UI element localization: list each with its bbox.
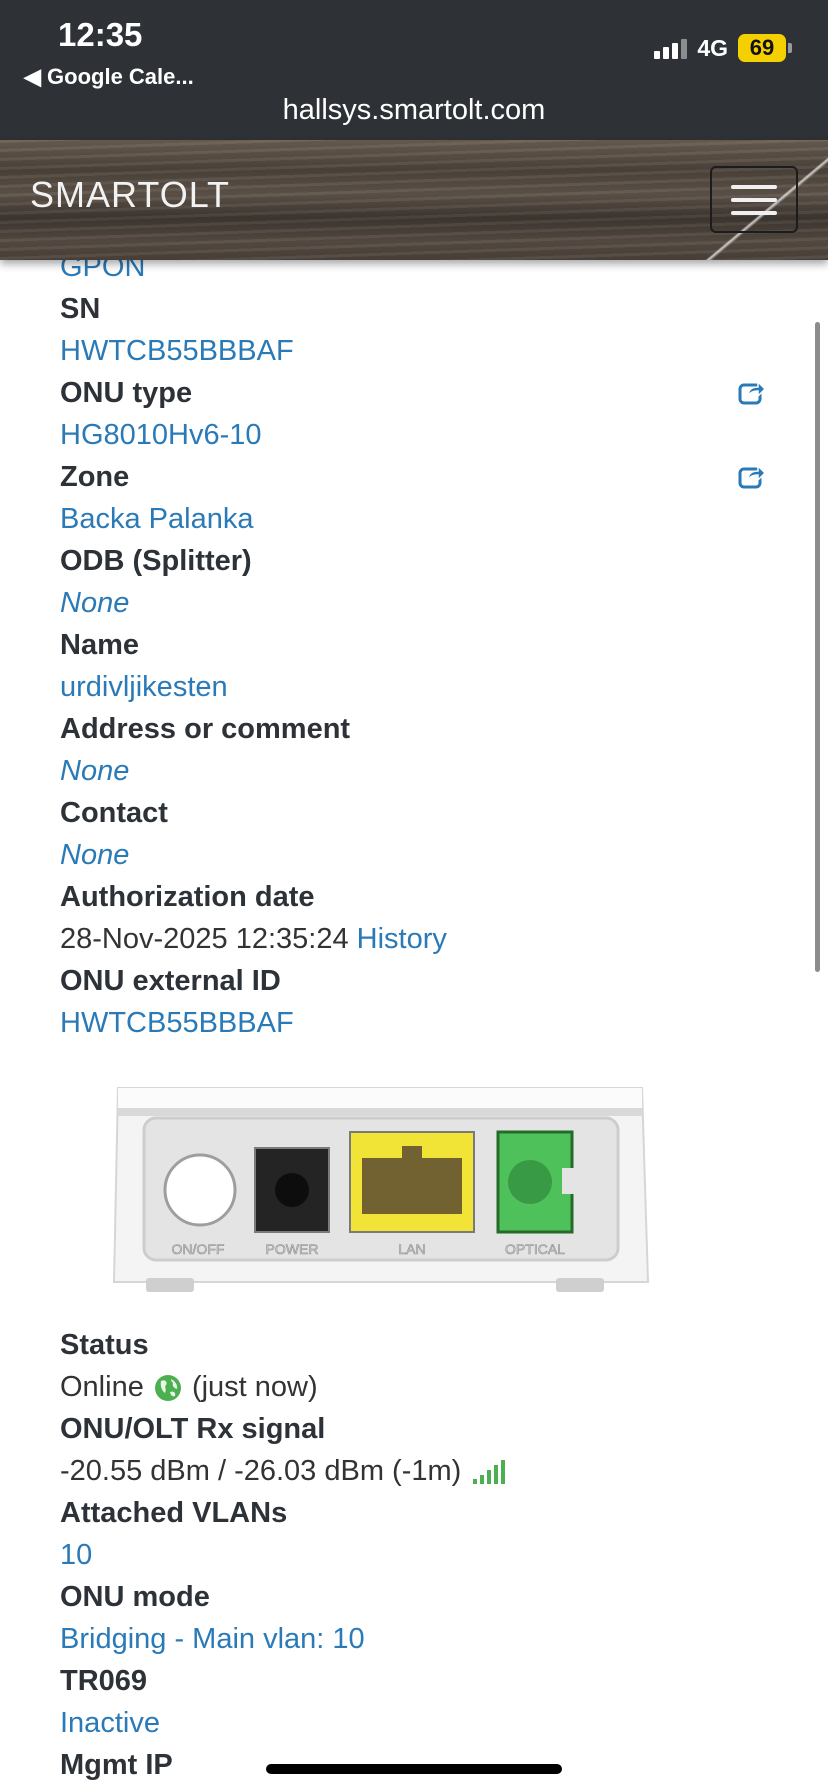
brand-logo[interactable]: SMARTOLT xyxy=(30,174,230,216)
authorization-date-label: Authorization date xyxy=(60,881,315,913)
power-port-label: POWER xyxy=(266,1241,319,1257)
external-id-value[interactable]: HWTCB55BBBAF xyxy=(60,1002,780,1044)
zone-value[interactable]: Backa Palanka xyxy=(60,498,780,540)
address-bar-url[interactable]: hallsys.smartolt.com xyxy=(0,94,828,127)
onu-details: GPON SN HWTCB55BBBAF ONU type HG8010Hv6-… xyxy=(60,246,780,1044)
odb-value[interactable]: None xyxy=(60,582,780,624)
status-label: Status xyxy=(60,1329,149,1361)
network-type: 4G xyxy=(697,34,728,61)
name-value[interactable]: urdivljikesten xyxy=(60,666,780,708)
onu-mode-label: ONU mode xyxy=(60,1581,210,1613)
onu-mode-value[interactable]: Bridging - Main vlan: 10 xyxy=(60,1618,780,1660)
sn-label: SN xyxy=(60,293,101,325)
authorization-date-value: 28-Nov-2025 12:35:24 xyxy=(60,923,349,955)
clock: 12:35 xyxy=(58,16,143,53)
battery-icon: 69 xyxy=(738,34,792,62)
history-link[interactable]: History xyxy=(357,923,447,955)
site-navbar: SMARTOLT xyxy=(0,140,828,260)
globe-icon xyxy=(154,1375,181,1402)
name-label: Name xyxy=(60,629,139,661)
back-to-app-link[interactable]: ◀ Google Cale... xyxy=(24,64,194,90)
zone-label: Zone xyxy=(60,461,130,493)
external-id-label: ONU external ID xyxy=(60,965,281,997)
rx-signal-label: ONU/OLT Rx signal xyxy=(60,1413,326,1445)
cellular-signal-icon xyxy=(654,37,688,59)
optical-port-label: OPTICAL xyxy=(505,1241,565,1257)
signal-strength-icon xyxy=(473,1460,506,1485)
onu-device-image: ON/OFF POWER LAN OPTICAL xyxy=(112,1087,650,1292)
share-edit-icon[interactable] xyxy=(738,462,766,490)
zone-row: Zone xyxy=(60,456,780,498)
sn-value[interactable]: HWTCB55BBBAF xyxy=(60,330,780,372)
contact-value[interactable]: None xyxy=(60,834,780,876)
address-label: Address or comment xyxy=(60,713,351,745)
battery-level: 69 xyxy=(738,34,786,62)
onu-type-label: ONU type xyxy=(60,377,193,409)
rx-signal-row: -20.55 dBm / -26.03 dBm (-1m) xyxy=(60,1450,780,1492)
onu-type-row: ONU type xyxy=(60,372,780,414)
on-off-port-label: ON/OFF xyxy=(172,1241,225,1257)
status-row: Online (just now) xyxy=(60,1366,780,1408)
lan-port-label: LAN xyxy=(398,1241,425,1257)
vlans-value[interactable]: 10 xyxy=(60,1534,780,1576)
menu-toggle-button[interactable] xyxy=(710,166,798,233)
status-value: Online xyxy=(60,1371,144,1403)
authorization-date-row: 28-Nov-2025 12:35:24 History xyxy=(60,918,780,960)
vlans-label: Attached VLANs xyxy=(60,1497,288,1529)
contact-label: Contact xyxy=(60,797,168,829)
rx-signal-value: -20.55 dBm / -26.03 dBm (-1m) xyxy=(60,1455,462,1487)
share-edit-icon[interactable] xyxy=(738,378,766,406)
home-indicator[interactable] xyxy=(266,1764,562,1774)
address-value[interactable]: None xyxy=(60,750,780,792)
odb-label: ODB (Splitter) xyxy=(60,545,252,577)
tr069-value[interactable]: Inactive xyxy=(60,1702,780,1744)
onu-type-value[interactable]: HG8010Hv6-10 xyxy=(60,414,780,456)
browser-status-bar: 12:35 ◀ Google Cale... 4G 69 hallsys.sma… xyxy=(0,0,828,140)
page-scrollbar[interactable] xyxy=(815,322,820,972)
status-indicators: 4G 69 xyxy=(654,34,792,62)
onu-status: Status Online (just now) ONU/OLT Rx sign… xyxy=(60,1324,780,1786)
tr069-label: TR069 xyxy=(60,1665,148,1697)
status-time: (just now) xyxy=(191,1371,318,1403)
hamburger-icon xyxy=(731,184,777,189)
